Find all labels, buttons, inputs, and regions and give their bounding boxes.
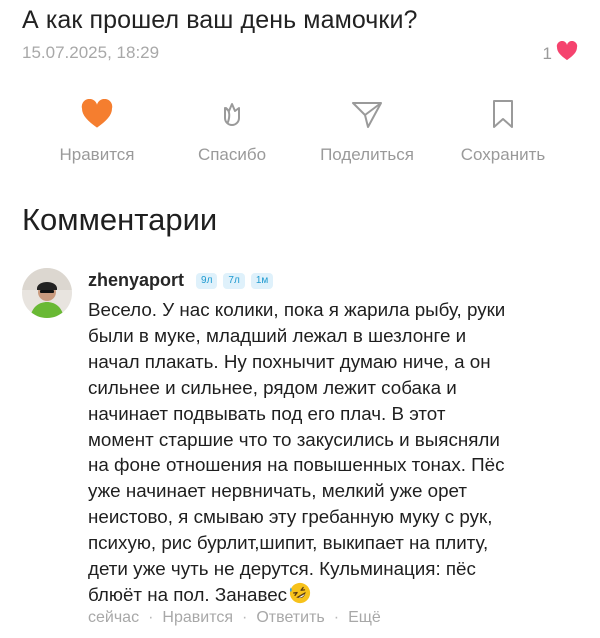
- post-date: 15.07.2025, 18:29: [22, 43, 160, 62]
- comments-title: Комментарии: [22, 202, 218, 237]
- comment-more-link[interactable]: Ещё: [348, 609, 381, 627]
- thanks-label: Спасибо: [197, 145, 267, 164]
- child-age-badge: 9л: [196, 272, 218, 289]
- like-label: Нравится: [59, 145, 135, 164]
- thanks-button[interactable]: Спасибо: [167, 92, 297, 165]
- heart-icon: [556, 40, 578, 66]
- flower-icon: [217, 92, 247, 136]
- child-age-badge: 1м: [250, 272, 274, 289]
- rolling-laughing-emoji-icon: [289, 582, 311, 611]
- post-action-bar: Нравится Спасибо Поделиться Сохранить: [0, 92, 600, 172]
- share-label: Поделиться: [320, 145, 414, 164]
- comment-like-link[interactable]: Нравится: [162, 609, 233, 627]
- comment-username[interactable]: zhenyaport: [88, 270, 184, 291]
- post-likes[interactable]: 1: [542, 40, 578, 66]
- comment-text: Весело. У нас колики, пока я жарила рыбу…: [88, 297, 583, 611]
- like-button[interactable]: Нравится: [32, 92, 162, 165]
- post-title: А как прошел ваш день мамочки?: [22, 6, 418, 34]
- comment-header: zhenyaport 9л 7л 1м: [88, 270, 274, 291]
- comment-reply-link[interactable]: Ответить: [256, 609, 324, 627]
- comment-text-body: Весело. У нас колики, пока я жарила рыбу…: [88, 299, 506, 605]
- avatar[interactable]: [22, 268, 72, 318]
- save-label: Сохранить: [460, 145, 546, 164]
- heart-filled-icon: [80, 92, 114, 136]
- comment-footer: сейчас · Нравится · Ответить · Ещё: [88, 609, 381, 627]
- save-button[interactable]: Сохранить: [438, 92, 568, 165]
- share-button[interactable]: Поделиться: [302, 92, 432, 165]
- bookmark-icon: [490, 92, 516, 136]
- comment-time: сейчас: [88, 609, 140, 626]
- likes-count: 1: [542, 43, 552, 63]
- child-age-badge: 7л: [223, 272, 245, 289]
- send-icon: [350, 92, 384, 136]
